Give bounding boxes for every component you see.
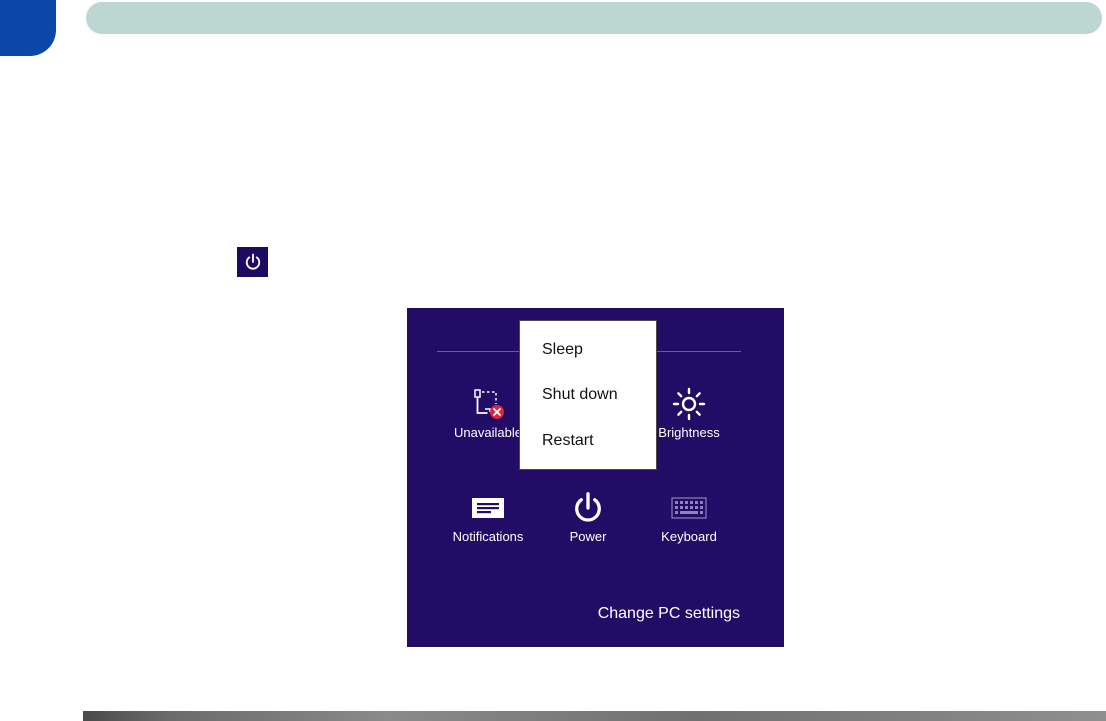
footer-bar bbox=[83, 711, 1106, 721]
notifications-icon bbox=[443, 488, 533, 528]
change-pc-settings-link[interactable]: Change PC settings bbox=[598, 605, 740, 623]
keyboard-icon bbox=[644, 488, 734, 528]
menu-item-restart[interactable]: Restart bbox=[542, 432, 594, 450]
tile-notifications[interactable]: Notifications bbox=[443, 488, 533, 544]
power-icon bbox=[237, 247, 268, 277]
tile-label: Power bbox=[569, 529, 607, 544]
menu-item-sleep[interactable]: Sleep bbox=[542, 341, 583, 359]
tile-power[interactable]: Power bbox=[543, 488, 633, 544]
header-bar bbox=[86, 2, 1102, 34]
chapter-tab bbox=[0, 0, 56, 56]
tile-label: Notifications bbox=[452, 529, 524, 544]
tile-keyboard[interactable]: Keyboard bbox=[644, 488, 734, 544]
power-icon bbox=[543, 488, 633, 528]
tile-label: Brightness bbox=[658, 425, 720, 440]
power-options-menu: Sleep Shut down Restart bbox=[519, 320, 657, 470]
tile-brightness[interactable]: Brightness bbox=[644, 384, 734, 440]
tile-label: Keyboard bbox=[661, 529, 717, 544]
brightness-icon bbox=[644, 384, 734, 424]
menu-item-shut-down[interactable]: Shut down bbox=[542, 386, 618, 404]
